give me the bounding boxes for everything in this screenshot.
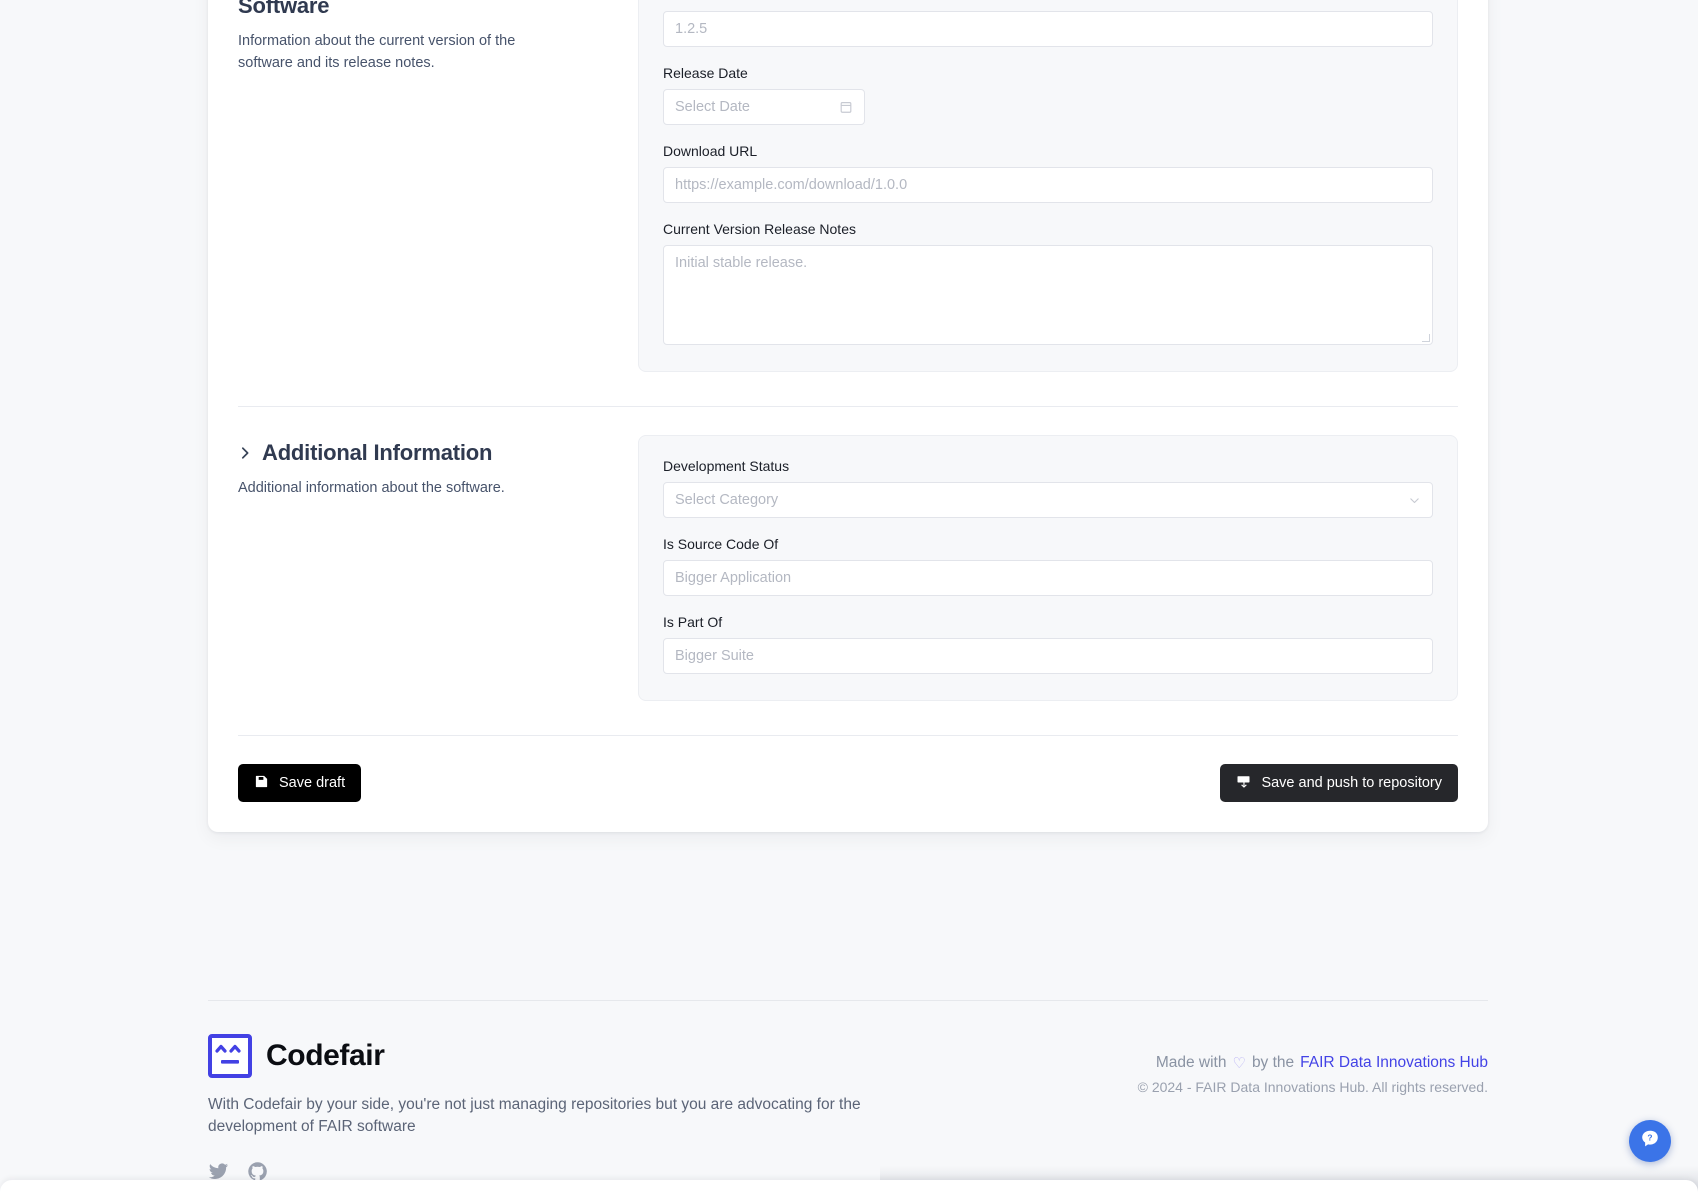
footer-copyright: © 2024 - FAIR Data Innovations Hub. All … [1137,1079,1488,1095]
is-source-code-of-input[interactable]: Bigger Application [663,560,1433,596]
section-additional-description: Additional information about the softwar… [238,479,505,496]
codefair-logo-icon [208,1034,252,1078]
save-draft-button[interactable]: Save draft [238,764,362,802]
field-download-url: Download URL https://example.com/downloa… [663,143,1433,203]
current-version-input[interactable]: 1.2.5 [663,11,1433,47]
section-additional-information: Additional Information Additional inform… [238,406,1458,735]
footer-left: Codefair With Codefair by your side, you… [208,1034,908,1182]
made-with-middle: by the [1251,1054,1295,1071]
form-action-bar: Save draft Save and push to repository [238,735,1458,802]
save-draft-label: Save draft [279,775,346,791]
is-part-of-input[interactable]: Bigger Suite [663,638,1433,674]
download-url-label: Download URL [663,143,758,159]
is-part-of-label: Is Part Of [663,614,723,630]
download-url-placeholder: https://example.com/download/1.0.0 [675,177,908,193]
made-with-prefix: Made with [1155,1054,1227,1071]
development-status-label: Development Status [663,458,790,474]
heart-icon: ♡ [1232,1055,1246,1072]
download-url-input[interactable]: https://example.com/download/1.0.0 [663,167,1433,203]
section-additional-title: Additional Information [262,440,493,465]
footer-right: Made with ♡ by the FAIR Data Innovations… [1138,1034,1488,1182]
chevron-down-icon[interactable] [1408,494,1421,507]
section-software-description: Information about the current version of… [238,32,516,71]
page-root: Software Information about the current v… [0,0,1698,1194]
is-source-code-of-label: Is Source Code Of [663,536,779,552]
release-date-label: Release Date [663,65,748,81]
section-software-title: Software [238,0,330,18]
fair-data-innovations-hub-link[interactable]: FAIR Data Innovations Hub [1300,1054,1488,1072]
footer-brand[interactable]: Codefair [208,1034,908,1078]
section-software-header: Software Information about the current v… [238,0,638,74]
help-button[interactable]: ? [1629,1120,1671,1162]
section-software: Software Information about the current v… [238,0,1458,406]
footer-divider [208,1000,1488,1001]
release-notes-placeholder: Initial stable release. [675,255,808,271]
footer-socials [208,1161,908,1182]
section-additional-header: Additional Information Additional inform… [238,435,638,499]
release-notes-textarea[interactable]: Initial stable release. [663,245,1433,345]
footer-brand-name: Codefair [266,1039,385,1072]
save-and-push-button[interactable]: Save and push to repository [1220,764,1458,802]
release-date-input[interactable]: Select Date [663,89,865,125]
current-version-placeholder: 1.2.5 [675,21,708,37]
field-current-version: 1.2.5 [663,11,1433,47]
release-notes-label: Current Version Release Notes [663,221,856,237]
save-and-push-label: Save and push to repository [1261,775,1442,791]
is-source-code-of-placeholder: Bigger Application [675,570,792,586]
bottom-sheet-edge [0,1180,1698,1194]
svg-text:?: ? [1647,1132,1652,1142]
section-software-fields: 1.2.5 Release Date Select Date Download … [638,0,1458,372]
made-with-line: Made with ♡ by the FAIR Data Innovations… [1138,1054,1488,1072]
field-release-date: Release Date Select Date [663,65,1433,125]
section-additional-fields: Development Status Select Category Is So… [638,435,1458,701]
development-status-select[interactable]: Select Category [663,482,1433,518]
section-software-title-row[interactable]: Software [238,0,612,20]
twitter-icon[interactable] [208,1161,229,1182]
help-chat-icon: ? [1639,1128,1661,1155]
footer-tagline: With Codefair by your side, you're not j… [208,1096,861,1136]
calendar-icon[interactable] [839,100,853,114]
field-is-part-of: Is Part Of Bigger Suite [663,614,1433,674]
github-icon[interactable] [247,1161,268,1182]
page-footer: Codefair With Codefair by your side, you… [208,1034,1488,1182]
settings-form-card: Software Information about the current v… [208,0,1488,832]
is-part-of-placeholder: Bigger Suite [675,648,754,664]
development-status-placeholder: Select Category [675,492,779,508]
upload-icon [1236,774,1251,793]
field-development-status: Development Status Select Category [663,458,1433,518]
chevron-right-icon[interactable] [238,446,252,460]
release-date-placeholder: Select Date [675,99,750,115]
field-is-source-code-of: Is Source Code Of Bigger Application [663,536,1433,596]
floppy-disk-icon [254,774,269,793]
resize-handle-icon[interactable] [1422,334,1430,342]
section-additional-title-row[interactable]: Additional Information [238,439,612,467]
field-release-notes: Current Version Release Notes Initial st… [663,221,1433,345]
